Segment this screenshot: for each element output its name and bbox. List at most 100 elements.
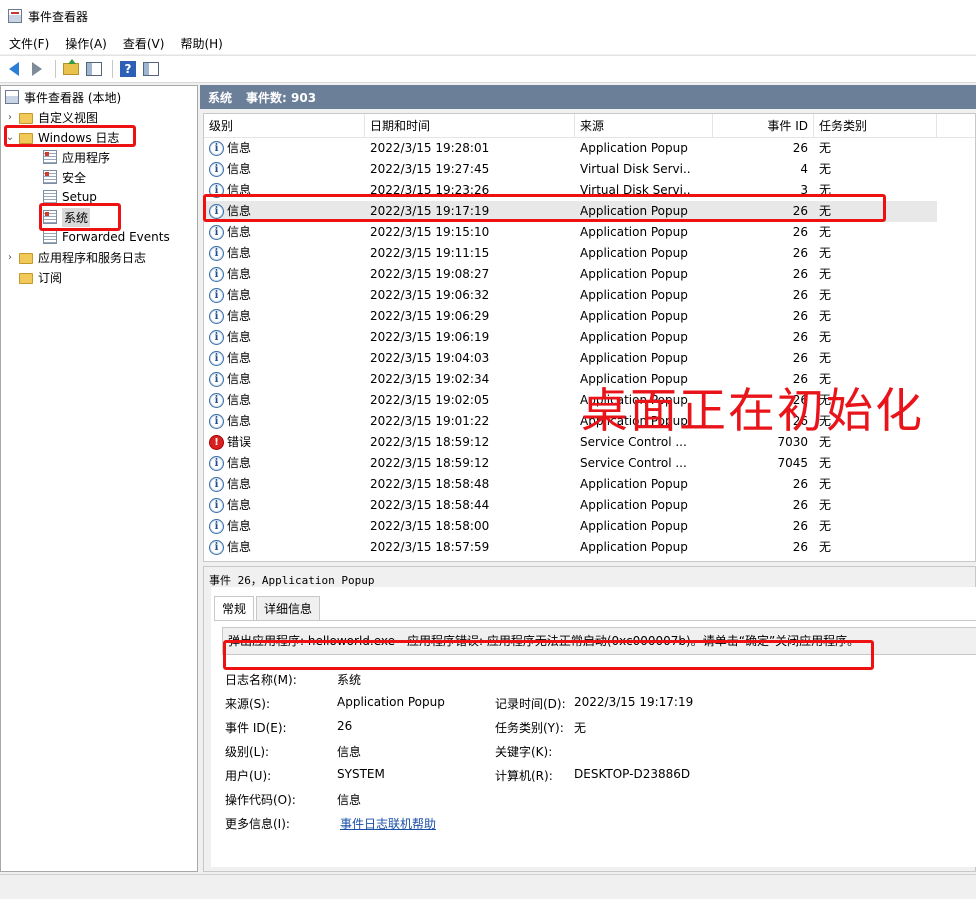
table-row[interactable]: i 信息 2022/3/15 19:15:10 Application Popup 26… [204, 222, 937, 243]
table-row[interactable]: i 信息 2022/3/15 19:04:03 Application Popup 26… [204, 348, 937, 369]
table-row[interactable]: i 信息 2022/3/15 19:06:32 Application Popup 26… [204, 285, 937, 306]
table-row[interactable]: i 信息 2022/3/15 19:28:01 Application Popup 26… [204, 138, 937, 159]
tree-node-label: 系统 [62, 207, 91, 227]
tree-node-security-log[interactable]: 安全 [43, 167, 86, 187]
cell-level: i 信息 [209, 306, 359, 327]
table-row[interactable]: ! 错误 2022/3/15 18:59:12 Service Control ...… [204, 432, 937, 453]
folder-icon [19, 132, 33, 144]
column-header-datetime[interactable]: 日期和时间 [365, 114, 575, 138]
menu-file[interactable]: 文件(F) [4, 35, 54, 52]
menu-help[interactable]: 帮助(H) [175, 35, 227, 52]
cell-level: i 信息 [209, 222, 359, 243]
cell-level: i 信息 [209, 516, 359, 537]
cell-event-id: 26 [792, 498, 808, 512]
menu-action[interactable]: 操作(A) [60, 35, 112, 52]
tree-node-windows-logs[interactable]: ⌄ Windows 日志 [5, 127, 120, 147]
info-icon: i [209, 288, 224, 303]
cell-datetime: 2022/3/15 18:58:44 [370, 498, 490, 512]
tab-details[interactable]: 详细信息 [256, 596, 321, 620]
cell-event-id: 26 [792, 372, 808, 386]
online-help-link[interactable]: 事件日志联机帮助 [340, 815, 436, 832]
column-header-source[interactable]: 来源 [575, 114, 713, 138]
cell-task-category: 无 [819, 351, 832, 365]
table-row[interactable]: i 信息 2022/3/15 19:08:27 Application Popup 26… [204, 264, 937, 285]
tree-node-root[interactable]: 事件查看器 (本地) [5, 87, 121, 107]
column-header-event-id[interactable]: 事件 ID [713, 114, 814, 138]
cell-level: i 信息 [209, 159, 359, 180]
table-row[interactable]: i 信息 2022/3/15 19:02:05 Application Popup 26… [204, 390, 937, 411]
cell-source: Application Popup [580, 288, 688, 302]
table-row[interactable]: i 信息 2022/3/15 19:01:22 Application Popup 26… [204, 411, 937, 432]
folder-icon [19, 112, 33, 124]
menu-view[interactable]: 查看(V) [118, 35, 170, 52]
cell-level: i 信息 [209, 201, 359, 222]
cell-task-category: 无 [819, 330, 832, 344]
back-button[interactable] [4, 59, 24, 79]
cell-datetime: 2022/3/15 19:08:27 [370, 267, 490, 281]
toolbar-separator [112, 60, 113, 78]
main-pane: 系统 事件数: 903 级别 日期和时间 来源 事件 ID 任务类别 i 信息 20… [200, 85, 976, 872]
cell-task-category: 无 [819, 309, 832, 323]
tree-node-setup-log[interactable]: Setup [43, 187, 97, 207]
cell-event-id: 26 [792, 330, 808, 344]
detail-title: 事件 26，Application Popup [209, 574, 375, 587]
up-folder-icon [63, 59, 79, 75]
cell-source: Application Popup [580, 372, 688, 386]
tree-node-custom-views[interactable]: › 自定义视图 [5, 107, 98, 127]
log-icon [43, 170, 57, 184]
expand-icon[interactable]: › [5, 252, 15, 263]
table-row[interactable]: i 信息 2022/3/15 19:02:34 Application Popup 26… [204, 369, 937, 390]
info-icon: i [209, 204, 224, 219]
tree-node-subscriptions[interactable]: 订阅 [19, 267, 62, 287]
folder-icon [19, 252, 33, 264]
help-button[interactable]: ? [118, 59, 138, 79]
value-opcode: 信息 [337, 793, 362, 807]
table-row[interactable]: i 信息 2022/3/15 18:58:48 Application Popup 26… [204, 474, 937, 495]
table-row[interactable]: i 信息 2022/3/15 19:17:19 Application Popup 26… [204, 201, 937, 222]
tree-node-forwarded-events[interactable]: Forwarded Events [43, 227, 170, 247]
table-row[interactable]: i 信息 2022/3/15 19:06:19 Application Popup 26… [204, 327, 937, 348]
cell-level: i 信息 [209, 348, 359, 369]
value-task-category: 无 [574, 721, 587, 735]
table-row[interactable]: i 信息 2022/3/15 19:23:26 Virtual Disk Servi.… [204, 180, 937, 201]
cell-level: i 信息 [209, 180, 359, 201]
cell-task-category: 无 [819, 225, 832, 239]
table-row[interactable]: i 信息 2022/3/15 18:58:44 Application Popup 26… [204, 495, 937, 516]
table-row[interactable]: i 信息 2022/3/15 18:57:59 Application Popup 26… [204, 537, 937, 558]
cell-source: Application Popup [580, 246, 688, 260]
tree-node-system-log[interactable]: 系统 [43, 207, 91, 227]
expand-icon[interactable]: › [5, 112, 15, 123]
cell-task-category: 无 [819, 519, 832, 533]
tree-node-application-log[interactable]: 应用程序 [43, 147, 110, 167]
error-icon: ! [209, 435, 224, 450]
show-action-pane-button[interactable] [141, 59, 161, 79]
table-row[interactable]: i 信息 2022/3/15 19:11:15 Application Popup 26… [204, 243, 937, 264]
table-row[interactable]: i 信息 2022/3/15 18:58:00 Application Popup 26… [204, 516, 937, 537]
back-arrow-icon [9, 62, 19, 76]
up-one-level-button[interactable] [61, 59, 81, 79]
table-row[interactable]: i 信息 2022/3/15 18:59:12 Service Control ...… [204, 453, 937, 474]
cell-event-id: 26 [792, 519, 808, 533]
cell-task-category: 无 [819, 477, 832, 491]
event-message[interactable]: 弹出应用程序: helloworld.exe - 应用程序错误: 应用程序无法正… [222, 627, 976, 655]
table-row[interactable]: i 信息 2022/3/15 19:27:45 Virtual Disk Servi.… [204, 159, 937, 180]
collapse-icon[interactable]: ⌄ [5, 132, 15, 143]
navigation-tree: 事件查看器 (本地) › 自定义视图 ⌄ Windows 日志 应用程序 安全 … [0, 85, 198, 872]
label-logged: 记录时间(D): [495, 697, 566, 711]
label-user: 用户(U): [225, 769, 272, 783]
column-header-task-category[interactable]: 任务类别 [814, 114, 937, 138]
column-header-level[interactable]: 级别 [204, 114, 365, 138]
cell-task-category: 无 [819, 183, 832, 197]
tab-general[interactable]: 常规 [214, 596, 255, 621]
tree-node-app-service-logs[interactable]: › 应用程序和服务日志 [5, 247, 146, 267]
show-hide-tree-button[interactable] [84, 59, 104, 79]
cell-datetime: 2022/3/15 19:06:19 [370, 330, 490, 344]
forward-button[interactable] [27, 59, 47, 79]
cell-event-id: 26 [792, 414, 808, 428]
label-more-info: 更多信息(I): [225, 817, 290, 831]
level-text: 信息 [227, 267, 252, 281]
toolbar-separator [55, 60, 56, 78]
cell-event-id: 26 [792, 141, 808, 155]
cell-task-category: 无 [819, 288, 832, 302]
table-row[interactable]: i 信息 2022/3/15 19:06:29 Application Popup 26… [204, 306, 937, 327]
